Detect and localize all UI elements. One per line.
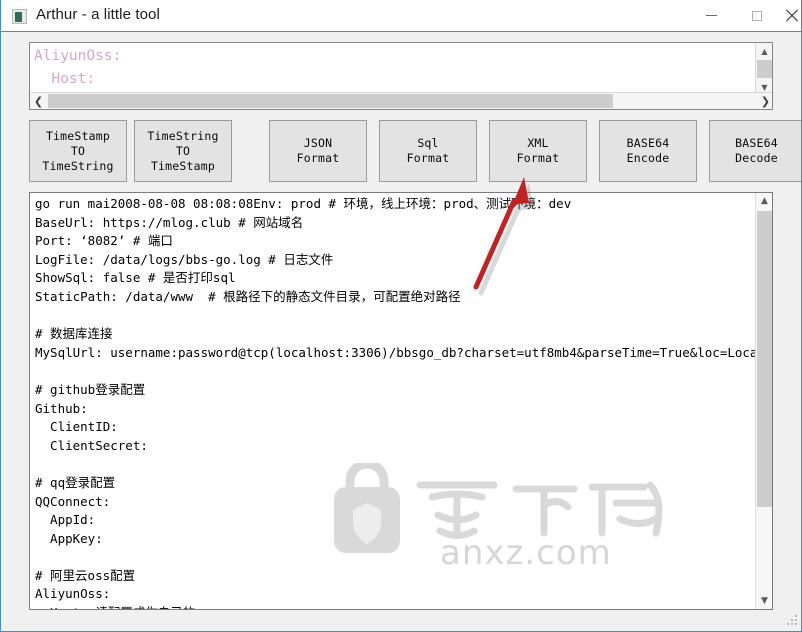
base64-encode-button[interactable]: BASE64 Encode (599, 120, 697, 182)
output-textarea-value[interactable]: go run mai2008-08-08 08:08:08Env: prod #… (35, 195, 765, 609)
base64-decode-button[interactable]: BASE64 Decode (709, 120, 801, 182)
xml-format-button[interactable]: XML Format (489, 120, 587, 182)
input-horizontal-scrollbar[interactable]: ❮ ❯ (30, 92, 772, 109)
timestring-to-timestamp-button[interactable]: TimeString TO TimeStamp (134, 120, 232, 182)
sql-format-button[interactable]: Sql Format (379, 120, 477, 182)
app-icon (12, 9, 27, 24)
input-vertical-scrollbar[interactable]: ▲ ▼ (755, 43, 772, 94)
application-window: Arthur - a little tool AliyunOss: Host: … (0, 0, 802, 632)
scrollbar-thumb[interactable] (757, 60, 772, 78)
input-textarea-value[interactable]: AliyunOss: Host: (34, 45, 754, 91)
title-bar[interactable]: Arthur - a little tool (1, 0, 801, 32)
toolbar: TimeStamp TO TimeString TimeString TO Tim… (29, 120, 801, 182)
minimize-icon (706, 15, 717, 16)
window-title: Arthur - a little tool (36, 6, 160, 23)
output-textarea[interactable]: anxz.com go run mai2008-08-08 08:08:08En… (29, 192, 773, 610)
scrollbar-thumb[interactable] (48, 94, 613, 108)
input-textarea[interactable]: AliyunOss: Host: ▲ ▼ ❮ ❯ (29, 42, 773, 110)
resize-grip[interactable] (785, 615, 798, 628)
output-vertical-scrollbar[interactable]: ▲ ▼ (755, 193, 772, 609)
maximize-icon (751, 10, 762, 21)
minimize-button[interactable] (689, 0, 734, 31)
close-icon (785, 9, 798, 22)
scroll-up-icon[interactable]: ▲ (756, 43, 772, 59)
maximize-button[interactable] (734, 0, 779, 31)
scroll-right-icon[interactable]: ❯ (757, 93, 772, 109)
scroll-left-icon[interactable]: ❮ (30, 93, 47, 109)
json-format-button[interactable]: JSON Format (269, 120, 367, 182)
scroll-down-icon[interactable]: ▼ (756, 593, 772, 609)
close-button[interactable] (779, 0, 801, 31)
timestamp-to-timestring-button[interactable]: TimeStamp TO TimeString (29, 120, 127, 182)
scroll-up-icon[interactable]: ▲ (756, 193, 772, 209)
scrollbar-thumb[interactable] (757, 211, 772, 507)
